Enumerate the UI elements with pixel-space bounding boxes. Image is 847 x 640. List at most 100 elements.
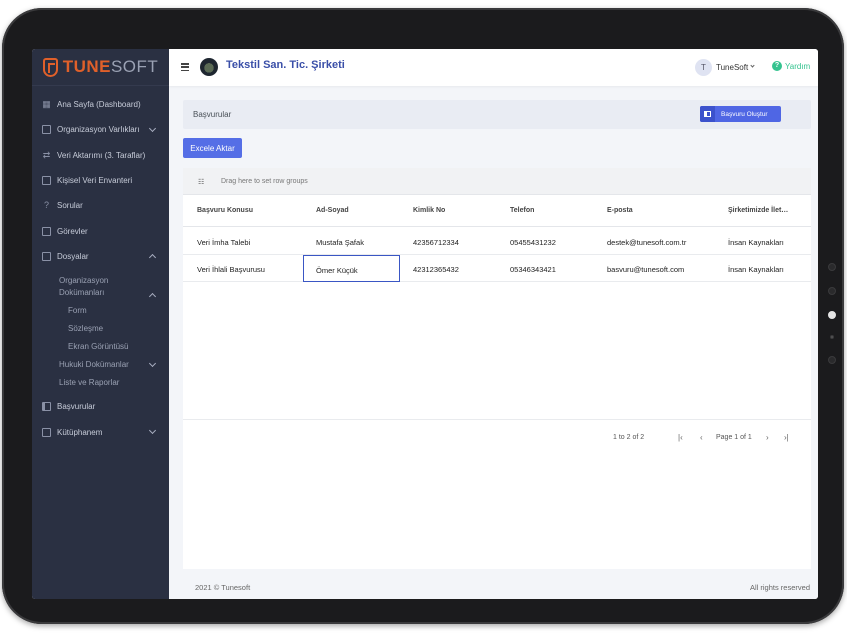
table-icon	[42, 176, 51, 186]
table-cell[interactable]: destek@tunesoft.com.tr	[607, 238, 686, 247]
chevron-down-icon	[148, 360, 157, 368]
sidebar-item-data-inventory[interactable]: Kişisel Veri Envanteri	[32, 168, 169, 193]
sidebar-subitem-screenshot[interactable]: Ekran Görüntüsü	[32, 337, 169, 355]
sidebar-item-files[interactable]: Dosyalar	[32, 244, 169, 269]
sidebar-item-tasks[interactable]: Görevler	[32, 218, 169, 243]
table-cell[interactable]: basvuru@tunesoft.com	[607, 265, 684, 274]
sidebar-subitem-label: Sözleşme	[68, 323, 104, 333]
sidebar-item-organization-assets[interactable]: Organizasyon Varlıkları	[32, 117, 169, 142]
page-title: Başvurular	[193, 110, 232, 119]
export-excel-button[interactable]: Excele Aktar	[183, 138, 242, 158]
menu-toggle-icon[interactable]	[181, 63, 189, 72]
column-header[interactable]: Kimlik No	[413, 207, 445, 214]
sidebar-item-label: Veri Aktarımı (3. Taraflar)	[57, 150, 146, 160]
sidebar-subitem-lists[interactable]: Liste ve Raporlar	[32, 373, 169, 391]
device-sensor	[830, 335, 834, 339]
column-header[interactable]: Telefon	[510, 207, 534, 214]
library-icon	[42, 427, 51, 437]
app-logo[interactable]: TUNESOFT	[32, 49, 169, 86]
copyright-text: 2021 © Tunesoft	[195, 583, 251, 592]
prev-page-icon[interactable]: ‹	[700, 433, 703, 442]
table-cell[interactable]: İnsan Kaynakları	[728, 238, 784, 247]
chevron-down-icon[interactable]	[750, 63, 755, 68]
column-header[interactable]: Ad-Soyad	[316, 207, 349, 214]
sidebar-item-label: Ana Sayfa (Dashboard)	[57, 100, 141, 110]
table-cell[interactable]: İnsan Kaynakları	[728, 265, 784, 274]
help-icon[interactable]: ?	[772, 61, 782, 71]
table-cell[interactable]: Mustafa Şafak	[316, 238, 364, 247]
user-menu[interactable]: TuneSoft	[716, 63, 748, 72]
sidebar-item-label: Başvurular	[57, 402, 96, 412]
device-button	[828, 287, 836, 295]
sidebar-subitem-contract[interactable]: Sözleşme	[32, 319, 169, 337]
building-icon	[42, 125, 51, 135]
sidebar-item-dashboard[interactable]: ▦ Ana Sayfa (Dashboard)	[32, 92, 169, 117]
rights-text: All rights reserved	[749, 583, 810, 592]
first-page-icon[interactable]: |‹	[678, 433, 683, 442]
sidebar-item-questions[interactable]: ? Sorular	[32, 193, 169, 218]
sidebar-item-label: Dosyalar	[57, 251, 89, 261]
sidebar-item-label: Kütüphanem	[57, 427, 103, 437]
table-cell[interactable]: Veri İhlali Başvurusu	[197, 265, 265, 274]
row-group-hint: Drag here to set row groups	[221, 178, 308, 185]
table-cell[interactable]: Veri İmha Talebi	[197, 238, 250, 247]
next-page-icon[interactable]: ›	[766, 433, 769, 442]
chevron-down-icon	[148, 427, 157, 435]
dashboard-icon: ▦	[42, 99, 51, 110]
chevron-up-icon	[148, 253, 157, 261]
sidebar-item-label: Kişisel Veri Envanteri	[57, 176, 133, 186]
sidebar-subitem-label: Dokümanları	[59, 287, 105, 297]
table-cell[interactable]: 05455431232	[510, 238, 556, 247]
company-name: Tekstil San. Tic. Şirketi	[226, 59, 345, 71]
sidebar-item-label: Sorular	[57, 201, 83, 211]
checkbox-icon	[42, 226, 51, 236]
chevron-up-icon	[148, 293, 157, 301]
page-title-bar: Başvurular Başvuru Oluştur	[183, 100, 811, 129]
table-cell[interactable]: 42356712334	[413, 238, 459, 247]
column-header[interactable]: E-posta	[607, 207, 633, 214]
column-header[interactable]: Başvuru Konusu	[197, 207, 253, 214]
create-application-button[interactable]: Başvuru Oluştur	[700, 106, 781, 122]
table-cell[interactable]: 42312365432	[413, 265, 459, 274]
device-camera	[828, 311, 836, 319]
sidebar: TUNESOFT ▦ Ana Sayfa (Dashboard) Organiz…	[32, 49, 169, 599]
row-group-icon: ☷	[198, 179, 205, 186]
sidebar-subitem-label: Organizasyon	[59, 275, 109, 285]
company-logo	[200, 58, 218, 76]
table-row[interactable]: Veri İmha Talebi Mustafa Şafak 423567123…	[183, 228, 811, 255]
page-footer: 2021 © Tunesoft All rights reserved	[169, 576, 818, 599]
sidebar-item-label: Organizasyon Varlıkları	[57, 125, 140, 135]
question-icon: ?	[43, 200, 49, 211]
sidebar-subitem-form[interactable]: Form	[32, 301, 169, 319]
sidebar-menu: ▦ Ana Sayfa (Dashboard) Organizasyon Var…	[32, 86, 169, 445]
application-icon	[42, 402, 51, 412]
sidebar-subitem-legal-docs[interactable]: Hukuki Dokümanlar	[32, 355, 169, 373]
device-button	[828, 356, 836, 364]
sidebar-item-applications[interactable]: Başvurular	[32, 394, 169, 419]
sidebar-item-label: Görevler	[57, 226, 88, 236]
button-label: Başvuru Oluştur	[721, 110, 768, 118]
logo-text: TUNESOFT	[62, 57, 159, 76]
sidebar-item-library[interactable]: Kütüphanem	[32, 419, 169, 444]
app-screen: TUNESOFT ▦ Ana Sayfa (Dashboard) Organiz…	[32, 49, 818, 599]
help-link[interactable]: Yardım	[785, 62, 810, 71]
table-cell-selected[interactable]: Ömer Küçük	[303, 255, 400, 282]
device-button	[828, 263, 836, 271]
pagination-info: 1 to 2 of 2	[613, 434, 645, 441]
table-header: Başvuru Konusu Ad-Soyad Kimlik No Telefo…	[183, 195, 811, 227]
tablet-frame: TUNESOFT ▦ Ana Sayfa (Dashboard) Organiz…	[2, 8, 844, 624]
chevron-down-icon	[148, 125, 157, 133]
table-cell[interactable]: 05346343421	[510, 265, 556, 274]
folder-icon	[42, 251, 51, 261]
avatar[interactable]: T	[695, 59, 712, 76]
last-page-icon[interactable]: ›|	[784, 433, 789, 442]
table-row[interactable]: Veri İhlali Başvurusu Ömer Küçük 4231236…	[183, 255, 811, 282]
sidebar-item-data-transfer[interactable]: ⇄ Veri Aktarımı (3. Taraflar)	[32, 143, 169, 168]
sidebar-subitem-label: Hukuki Dokümanlar	[59, 359, 129, 369]
sidebar-subitem-org-docs-line2[interactable]: Dokümanları	[32, 286, 169, 301]
sidebar-subitem-org-docs[interactable]: Organizasyon	[32, 274, 169, 286]
column-header[interactable]: Şirketimizde İlet…	[728, 207, 788, 214]
sidebar-panel-icon	[700, 106, 715, 122]
sidebar-subitem-label: Ekran Görüntüsü	[68, 341, 129, 351]
row-group-panel[interactable]: ☷ Drag here to set row groups	[183, 168, 811, 195]
